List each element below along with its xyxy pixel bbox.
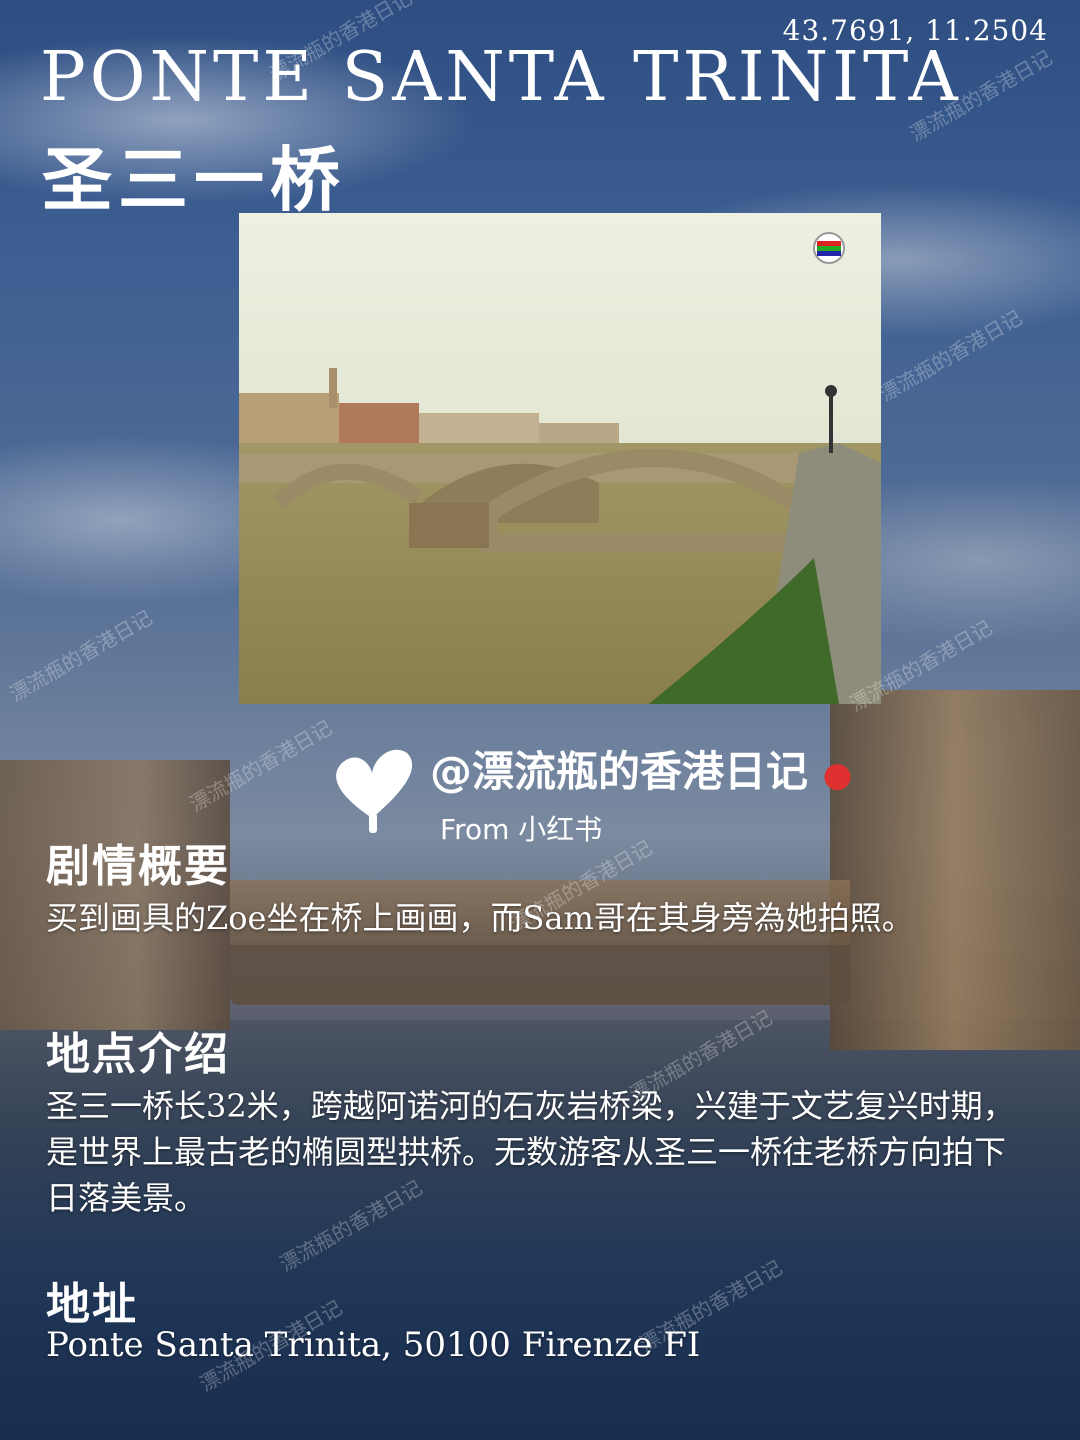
title-english-text: Ponte Santa Trinita (40, 38, 962, 117)
tvb-logo-icon (813, 232, 845, 264)
bridge-photo-illustration (239, 213, 881, 704)
author-handle[interactable]: @漂流瓶的香港日记 ● (430, 738, 852, 799)
author-badge[interactable]: @漂流瓶的香港日记 ● From 小红书 (322, 738, 902, 848)
section-body-plot: 买到画具的Zoe坐在桥上画画，而Sam哥在其身旁為她拍照。 (46, 899, 914, 937)
bridge-photo (239, 213, 881, 704)
section-heading-location: 地点介绍 (46, 1029, 230, 1080)
section-body-location: 圣三一桥长32米，跨越阿诺河的石灰岩桥梁，兴建于文艺复兴时期，是世界上最古老的椭… (46, 1087, 1015, 1217)
boxing-glove-icon: ● (822, 755, 853, 795)
section-heading-plot: 剧情概要 (46, 841, 230, 892)
heart-sprout-icon (336, 749, 413, 833)
address-text: Ponte Santa Trinita, 50100 Firenze FI (46, 1325, 701, 1365)
author-handle-text: @漂流瓶的香港日记 (430, 747, 809, 796)
title-chinese: 圣三一桥 (42, 138, 346, 221)
ponte-vecchio-silhouette (230, 945, 850, 1005)
source-label: From 小红书 (440, 813, 603, 846)
title-english: Ponte Santa Trinita (40, 38, 962, 117)
